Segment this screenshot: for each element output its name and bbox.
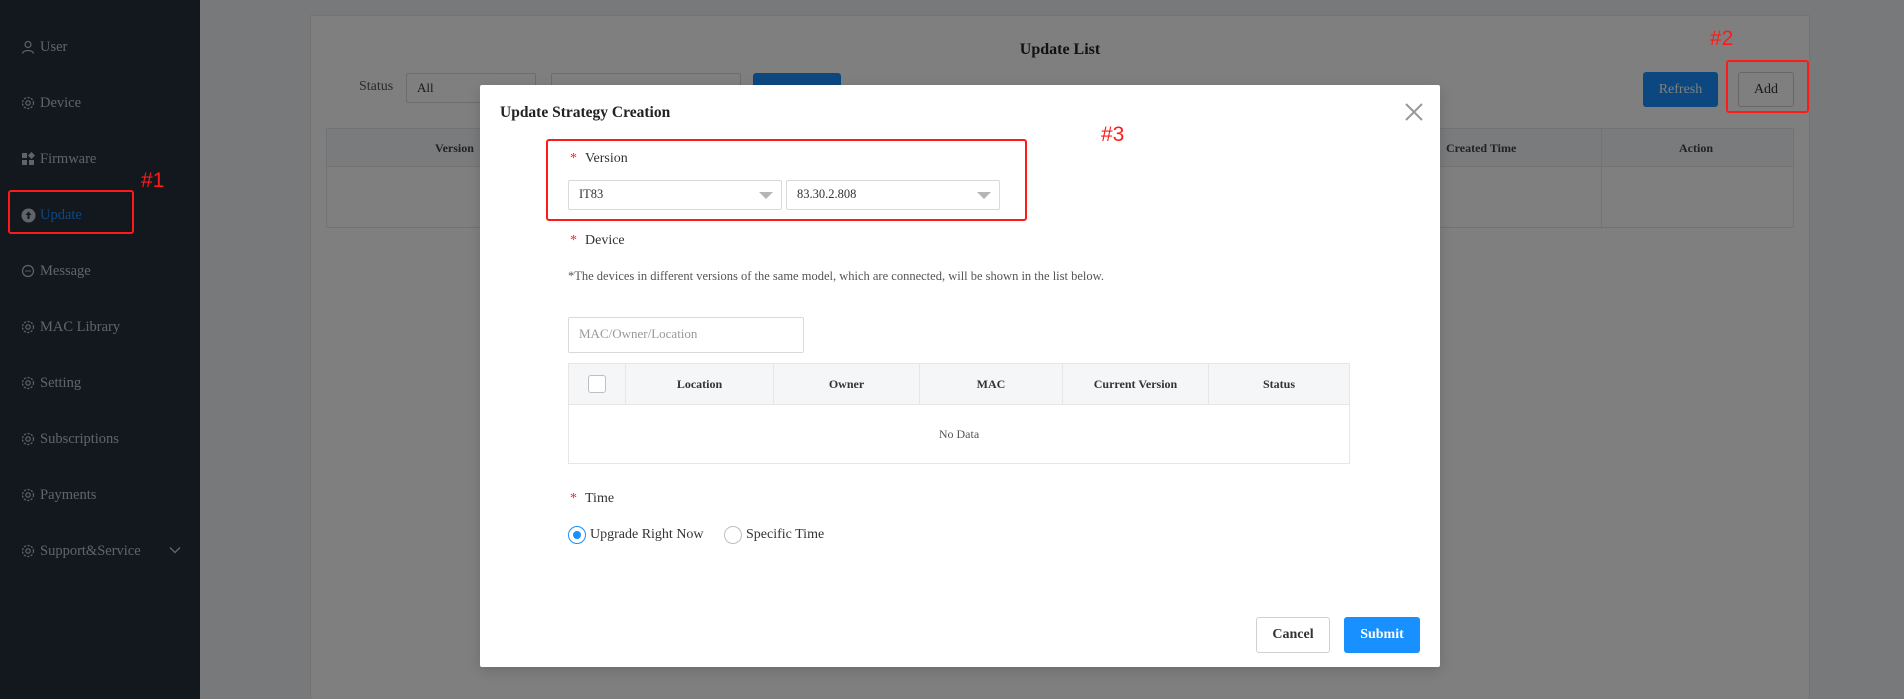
annotation-label-3: #3 bbox=[1101, 123, 1125, 146]
select-all-checkbox[interactable] bbox=[588, 375, 606, 393]
annotation-label-1: #1 bbox=[141, 169, 165, 192]
radio-label: Specific Time bbox=[746, 527, 825, 542]
radio-unchecked-icon[interactable] bbox=[724, 526, 742, 544]
column-location[interactable]: Location bbox=[626, 364, 774, 404]
column-current-version[interactable]: Current Version bbox=[1063, 364, 1209, 404]
column-owner[interactable]: Owner bbox=[774, 364, 920, 404]
device-table: Location Owner MAC Current Version Statu… bbox=[568, 363, 1350, 464]
annotation-label-2: #2 bbox=[1710, 27, 1734, 50]
select-all-cell bbox=[569, 364, 626, 404]
time-label: * Time bbox=[570, 491, 615, 506]
radio-label: Upgrade Right Now bbox=[590, 527, 704, 542]
submit-button[interactable]: Submit bbox=[1344, 617, 1420, 653]
radio-upgrade-now[interactable]: Upgrade Right Now bbox=[568, 526, 704, 544]
cancel-button[interactable]: Cancel bbox=[1256, 617, 1330, 653]
annotation-box-1 bbox=[8, 190, 134, 234]
annotation-box-3 bbox=[546, 139, 1027, 221]
column-status[interactable]: Status bbox=[1209, 364, 1349, 404]
device-search-input[interactable]: MAC/Owner/Location bbox=[568, 317, 804, 353]
close-icon[interactable] bbox=[1402, 100, 1426, 124]
column-mac[interactable]: MAC bbox=[920, 364, 1063, 404]
radio-checked-icon[interactable] bbox=[568, 526, 586, 544]
radio-specific-time[interactable]: Specific Time bbox=[724, 526, 824, 544]
modal-title: Update Strategy Creation bbox=[500, 104, 671, 121]
device-hint: *The devices in different versions of th… bbox=[568, 269, 1104, 283]
device-label: * Device bbox=[570, 233, 625, 248]
device-table-header: Location Owner MAC Current Version Statu… bbox=[569, 364, 1349, 405]
no-data-message: No Data bbox=[938, 427, 980, 441]
annotation-box-2 bbox=[1726, 60, 1809, 113]
